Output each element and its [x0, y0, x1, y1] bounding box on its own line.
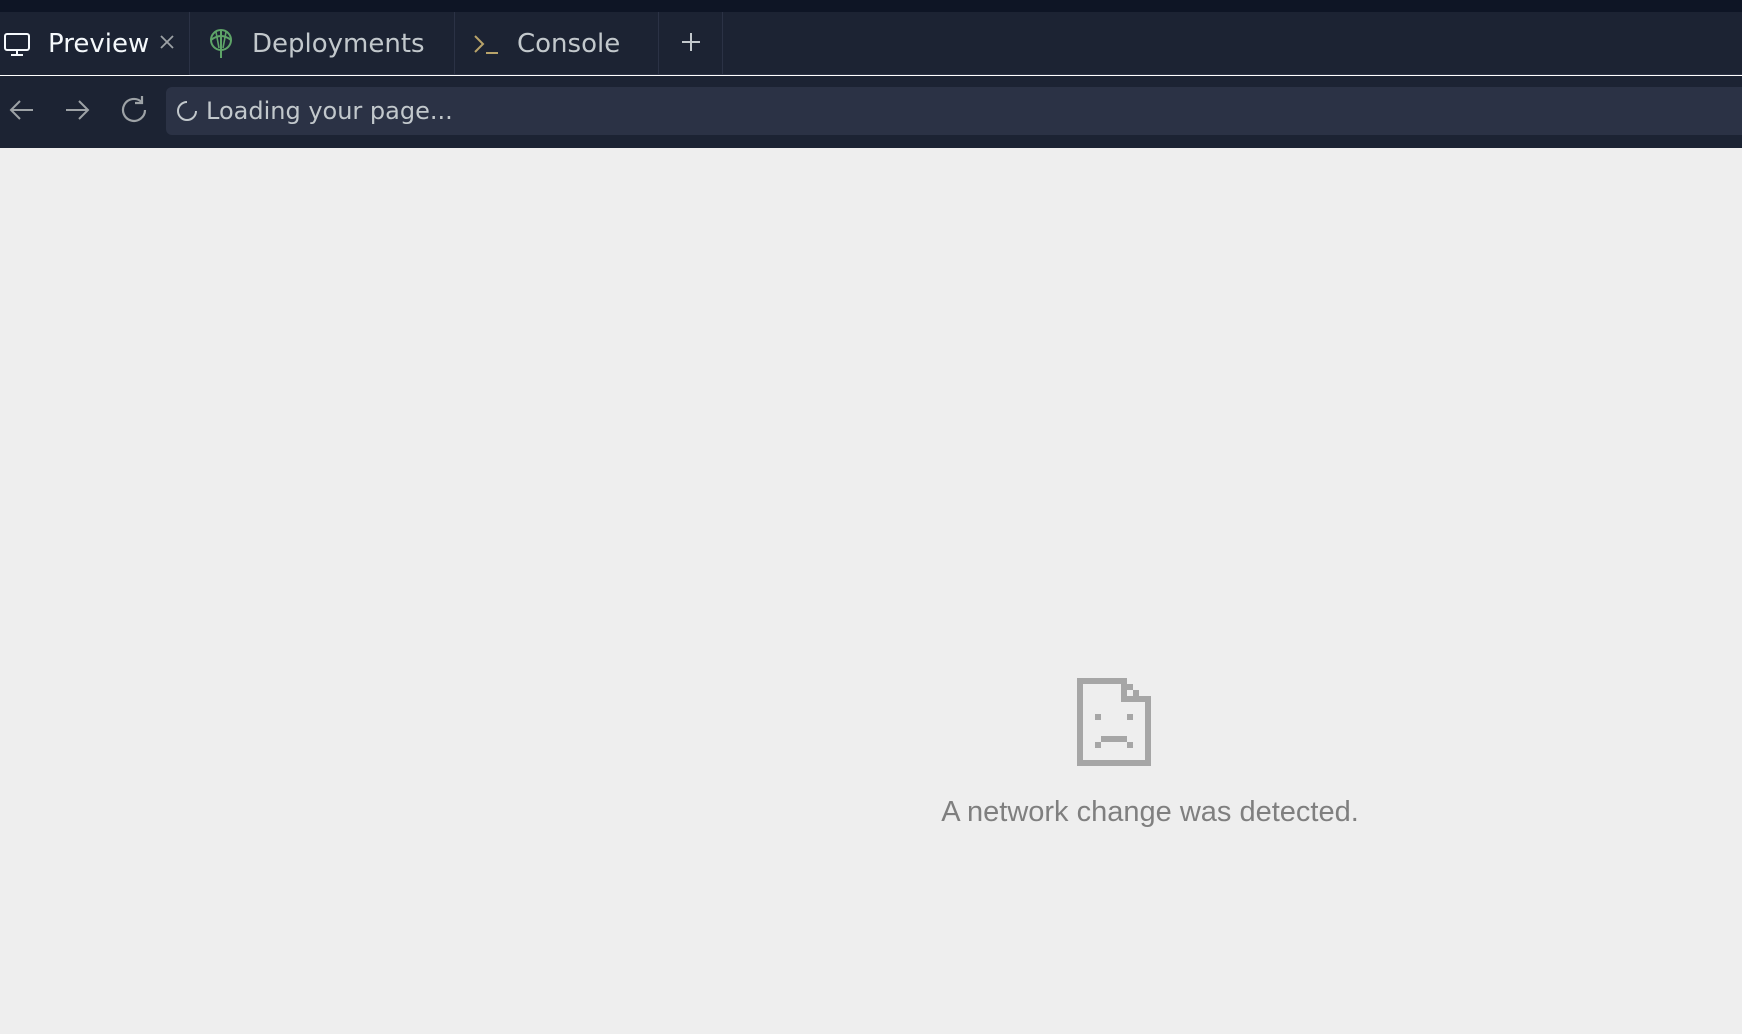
- new-tab-button[interactable]: [659, 12, 723, 75]
- terminal-icon: [471, 29, 501, 59]
- close-icon[interactable]: [155, 30, 179, 54]
- address-bar-status: Loading your page...: [206, 97, 453, 125]
- deployments-icon: [206, 28, 236, 59]
- plus-icon: [680, 31, 702, 57]
- sad-document-icon: [1077, 678, 1151, 766]
- tab-preview[interactable]: Preview: [0, 12, 190, 75]
- tab-console[interactable]: Console: [455, 12, 659, 75]
- reload-button[interactable]: [117, 95, 151, 129]
- arrow-right-icon: [63, 98, 91, 126]
- browser-window: Preview Deployments Console Loading your…: [0, 0, 1742, 1034]
- tab-console-label: Console: [517, 28, 621, 59]
- tab-deployments[interactable]: Deployments: [190, 12, 455, 75]
- back-button[interactable]: [5, 95, 39, 129]
- arrow-left-icon: [8, 98, 36, 126]
- reload-icon: [118, 94, 150, 130]
- error-message: A network change was detected.: [941, 796, 1359, 828]
- address-bar[interactable]: Loading your page...: [166, 87, 1742, 135]
- tab-deployments-label: Deployments: [252, 28, 425, 59]
- monitor-icon: [2, 29, 32, 59]
- top-strip: [0, 0, 1742, 12]
- page-content: A network change was detected.: [0, 148, 1742, 1034]
- tab-preview-label: Preview: [48, 28, 150, 59]
- forward-button[interactable]: [60, 95, 94, 129]
- tab-bar: Preview Deployments Console: [0, 12, 1742, 75]
- loading-spinner-icon: [176, 100, 198, 122]
- navigation-bar: Loading your page...: [0, 76, 1742, 148]
